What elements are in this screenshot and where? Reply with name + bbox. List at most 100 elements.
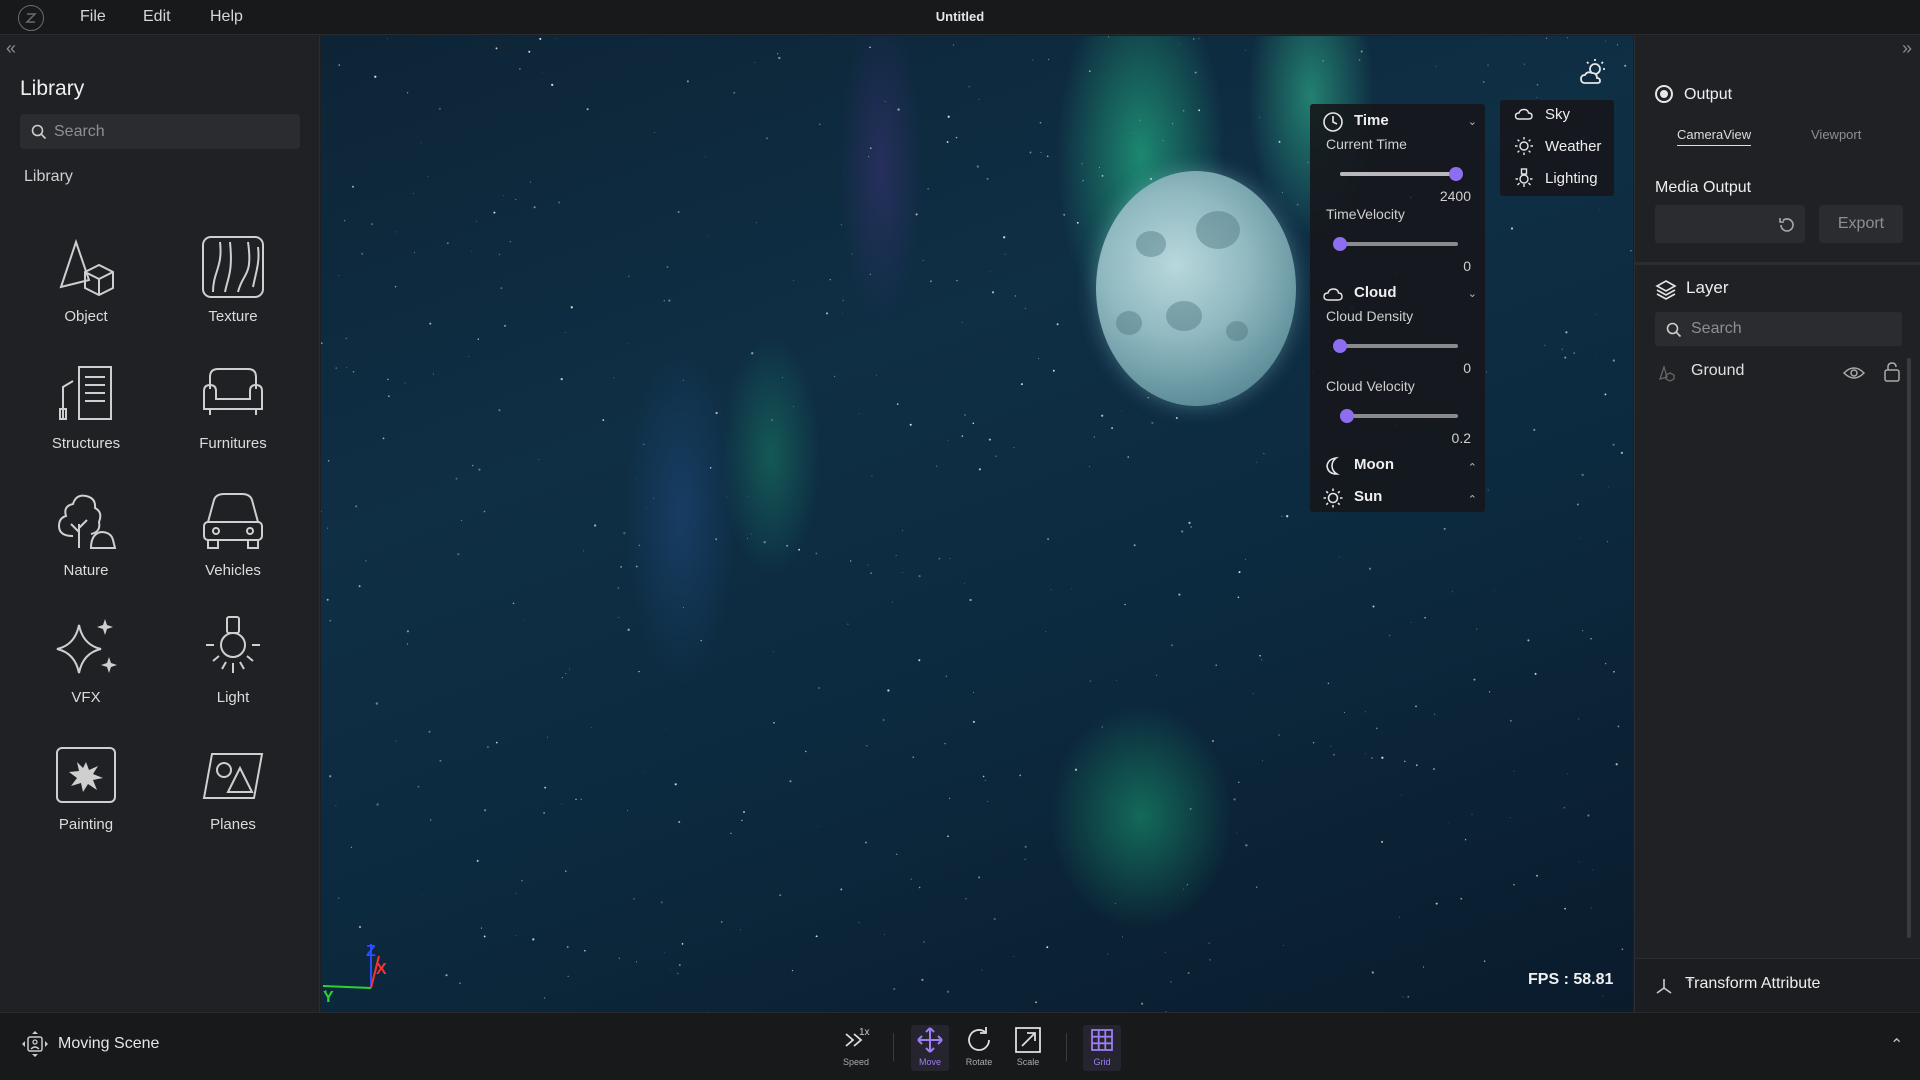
time-velocity-value: 0	[1463, 258, 1471, 274]
object-icon	[59, 238, 114, 297]
axis-gizmo: Z X Y	[322, 943, 387, 1006]
reset-icon[interactable]	[1777, 215, 1797, 235]
chevron-down-icon[interactable]: ⌄	[1468, 115, 1477, 128]
layer-row[interactable]: Ground	[1655, 358, 1902, 388]
chevron-up-icon[interactable]: ⌃	[1468, 461, 1477, 474]
grid-toggle-button[interactable]: Grid	[1083, 1025, 1121, 1071]
document-title: Untitled	[935, 9, 985, 24]
expand-bottom-icon[interactable]: ⌃	[1890, 1035, 1903, 1055]
weather-toggle-icon[interactable]	[1577, 56, 1609, 88]
grid-icon	[1091, 1029, 1113, 1051]
transform-attribute-header[interactable]: Transform Attribute ⌃	[1635, 958, 1920, 1012]
chevron-down-icon[interactable]: ⌄	[1468, 287, 1477, 300]
current-time-slider[interactable]	[1340, 167, 1463, 181]
library-title: Library	[20, 77, 85, 100]
tool-label: Scale	[1016, 1057, 1040, 1067]
time-velocity-slider[interactable]	[1333, 237, 1458, 251]
library-item-label: VFX	[71, 689, 101, 706]
collapse-right-icon[interactable]: »	[1902, 38, 1912, 59]
tool-label: Move	[918, 1057, 941, 1067]
cloud-velocity-slider[interactable]	[1340, 409, 1458, 423]
collapse-left-icon[interactable]: «	[6, 38, 16, 59]
sun-section-title: Sun	[1354, 488, 1383, 505]
scale-icon	[1015, 1027, 1041, 1053]
layer-name: Ground	[1691, 362, 1745, 379]
tool-label: Grid	[1093, 1057, 1111, 1067]
scale-tool-button[interactable]: Scale	[1009, 1025, 1047, 1071]
layer-scrollbar[interactable]	[1907, 358, 1911, 938]
chevron-up-icon[interactable]: ⌃	[1468, 493, 1477, 506]
weather-sun-icon	[1515, 137, 1533, 155]
library-item-object[interactable]: Object	[26, 232, 146, 342]
library-item-light[interactable]: Light	[173, 613, 293, 723]
move-tool-button[interactable]: Move	[911, 1025, 949, 1071]
eye-icon[interactable]	[1843, 363, 1865, 383]
cloud-velocity-value: 0.2	[1451, 430, 1471, 446]
library-search	[20, 114, 300, 149]
tab-viewport[interactable]: Viewport	[1811, 127, 1861, 142]
slider-thumb[interactable]	[1448, 167, 1463, 181]
library-item-vfx[interactable]: VFX	[26, 613, 146, 723]
cloud-density-slider[interactable]	[1333, 339, 1458, 353]
slider-thumb[interactable]	[1340, 409, 1355, 423]
texture-icon	[202, 236, 264, 298]
slider-thumb[interactable]	[1333, 237, 1347, 251]
library-item-structures[interactable]: Structures	[26, 359, 146, 469]
export-button[interactable]: Export	[1819, 205, 1903, 243]
library-item-planes[interactable]: Planes	[173, 740, 293, 850]
moon-section-title: Moon	[1354, 456, 1394, 473]
sofa-icon	[203, 368, 263, 415]
moon	[1096, 171, 1296, 406]
layers-icon	[1655, 280, 1677, 300]
environment-menu: Sky Weather Lighting	[1500, 100, 1614, 196]
library-item-texture[interactable]: Texture	[173, 232, 293, 342]
cloud-density-label: Cloud Density	[1326, 308, 1414, 324]
top-bar: File Edit Help Untitled	[0, 0, 1920, 35]
layer-search	[1655, 312, 1902, 346]
media-output-field[interactable]	[1655, 205, 1805, 243]
library-item-label: Furnitures	[199, 435, 267, 452]
menu-file[interactable]: File	[80, 8, 106, 26]
toolbar-separator	[1066, 1033, 1067, 1061]
library-section-label: Library	[24, 168, 73, 185]
transform-axes-icon	[1656, 979, 1672, 994]
menu-item-lighting[interactable]: Lighting	[1514, 166, 1614, 192]
sun-icon	[1323, 488, 1343, 508]
library-search-input[interactable]	[54, 114, 294, 149]
library-item-painting[interactable]: Painting	[26, 740, 146, 850]
app-logo-icon[interactable]	[18, 5, 44, 31]
menu-item-label: Weather	[1545, 138, 1602, 155]
tab-camera-view[interactable]: CameraView	[1677, 127, 1752, 146]
menu-item-sky[interactable]: Sky	[1514, 102, 1614, 128]
speed-button[interactable]: 1x Speed	[837, 1025, 875, 1071]
cloud-section-title: Cloud	[1354, 284, 1397, 301]
menu-item-weather[interactable]: Weather	[1514, 134, 1614, 160]
layer-search-input[interactable]	[1691, 312, 1896, 346]
moon-icon	[1326, 456, 1340, 475]
speed-value: 1x	[859, 1027, 870, 1038]
move-scene-icon	[22, 1031, 48, 1057]
car-icon	[203, 493, 263, 549]
library-item-label: Nature	[63, 562, 109, 579]
library-item-nature[interactable]: Nature	[26, 486, 146, 596]
rotate-tool-button[interactable]: Rotate	[960, 1025, 998, 1071]
structures-icon	[59, 366, 112, 420]
output-radio[interactable]	[1655, 85, 1673, 103]
menu-help[interactable]: Help	[210, 8, 243, 26]
sparkles-icon	[56, 619, 117, 674]
tree-icon	[57, 494, 117, 549]
library-item-furnitures[interactable]: Furnitures	[173, 359, 293, 469]
toolbar-separator	[893, 1033, 894, 1061]
fps-counter: FPS : 58.81	[1528, 971, 1614, 988]
library-panel: « Library Library Object Texture Structu…	[0, 36, 320, 1012]
slider-thumb[interactable]	[1333, 339, 1347, 353]
lock-icon[interactable]	[1883, 361, 1901, 383]
current-time-value: 2400	[1439, 188, 1471, 204]
cloud-velocity-label: Cloud Velocity	[1326, 378, 1415, 394]
current-time-label: Current Time	[1326, 136, 1407, 152]
menu-edit[interactable]: Edit	[143, 8, 171, 26]
chevron-up-icon[interactable]: ⌃	[1685, 976, 1899, 990]
painting-icon	[56, 747, 116, 803]
library-item-vehicles[interactable]: Vehicles	[173, 486, 293, 596]
time-section-title: Time	[1354, 112, 1389, 129]
